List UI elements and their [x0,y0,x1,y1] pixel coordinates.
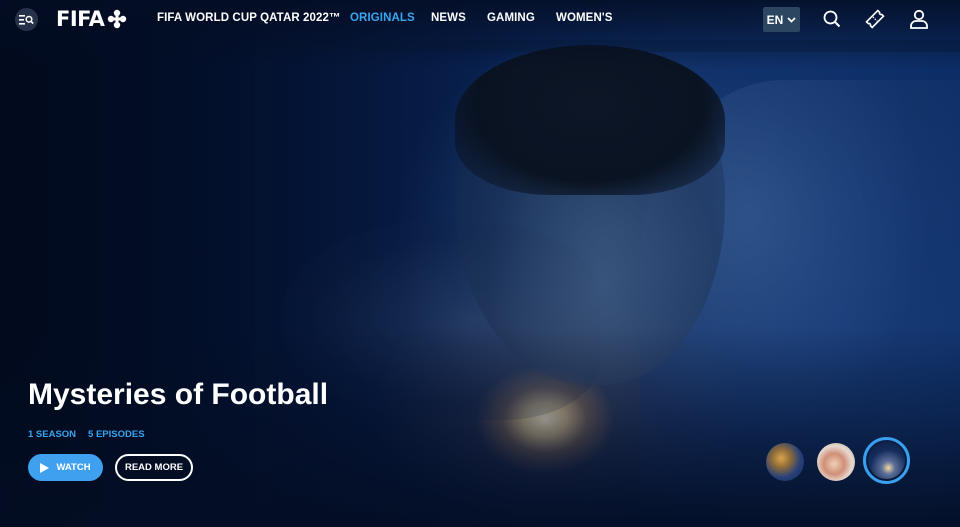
hero-background-image [0,0,960,527]
read-more-button[interactable]: READ MORE [115,454,193,481]
language-selector[interactable]: EN [763,7,800,32]
nav-link-originals[interactable]: ORIGINALS [350,12,415,24]
search-button[interactable] [822,9,842,29]
hero-meta: 1 SEASON 5 EPISODES [28,429,145,440]
carousel-thumbnail-3[interactable] [868,442,905,479]
nav-link-womens[interactable]: WOMEN'S [556,12,612,24]
hero-title: Mysteries of Football [28,378,329,411]
menu-search-icon [19,14,34,25]
logo-text: FIFA [56,7,105,31]
watch-label: WATCH [56,462,91,473]
episode-count: 5 EPISODES [88,429,145,440]
nav-link-news[interactable]: NEWS [431,12,466,24]
language-label: EN [766,12,784,27]
account-button[interactable] [909,9,929,29]
carousel-thumbnail-2[interactable] [817,443,855,481]
read-more-label: READ MORE [124,462,184,473]
nav-link-gaming[interactable]: GAMING [487,12,535,24]
top-navigation: FIFA FIFA WORLD CUP QATAR 2022™ ORIGINAL… [0,0,960,38]
nav-link-world-cup[interactable]: FIFA WORLD CUP QATAR 2022™ [157,12,341,24]
search-icon [823,10,841,28]
ticket-icon [865,9,885,29]
plus-logo-icon [108,9,127,29]
play-icon [40,462,50,473]
chevron-down-icon [787,16,796,23]
user-icon [910,9,928,29]
hero-shade-bottom [0,327,960,527]
watch-button[interactable]: WATCH [28,454,103,481]
season-count: 1 SEASON [28,429,77,440]
tickets-button[interactable] [865,9,885,29]
carousel-thumbnail-1[interactable] [766,443,804,481]
fifa-plus-logo[interactable]: FIFA [56,7,127,31]
menu-search-button[interactable] [15,8,38,31]
